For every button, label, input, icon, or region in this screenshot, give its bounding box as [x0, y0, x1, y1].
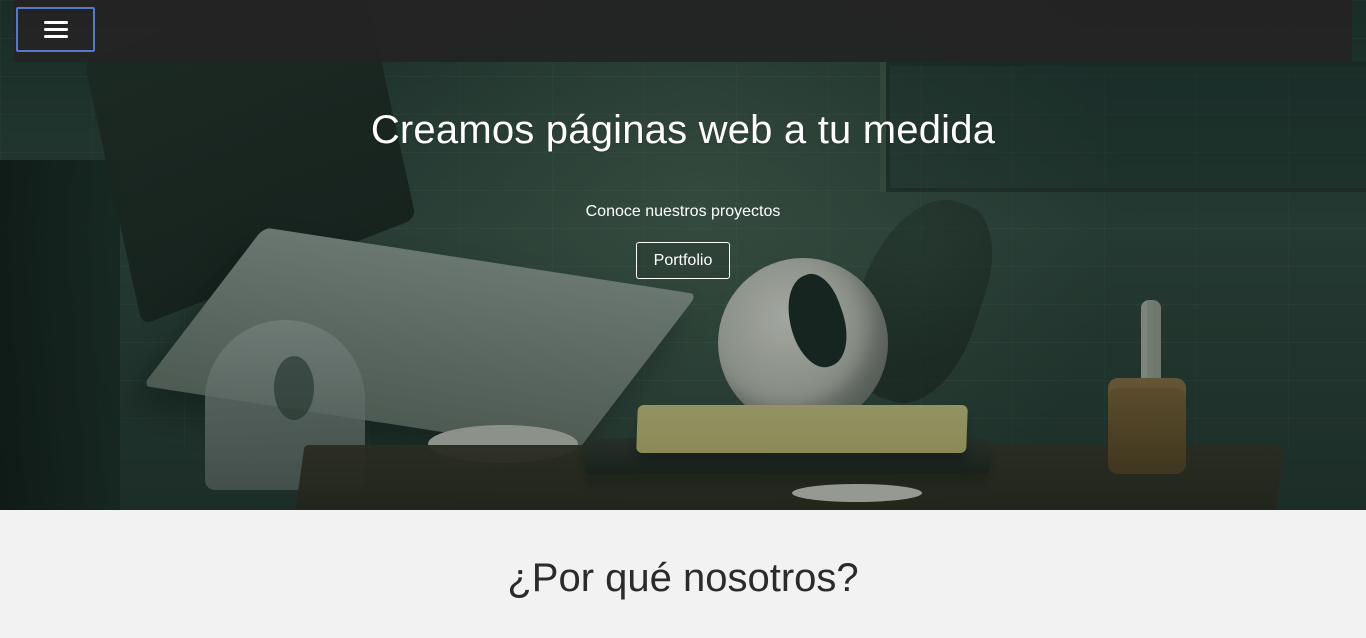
- hamburger-menu-icon: [43, 20, 68, 39]
- hero-subtitle: Conoce nuestros proyectos: [585, 203, 781, 220]
- hero-content: Creamos páginas web a tu medida Conoce n…: [0, 0, 1366, 510]
- menu-toggle-button[interactable]: [16, 7, 95, 52]
- why-us-heading: ¿Por qué nosotros?: [507, 556, 859, 600]
- portfolio-button[interactable]: Portfolio: [636, 242, 730, 279]
- top-navbar: [14, 0, 1352, 62]
- hero-section: Creamos páginas web a tu medida Conoce n…: [0, 0, 1366, 510]
- hero-title: Creamos páginas web a tu medida: [370, 108, 996, 152]
